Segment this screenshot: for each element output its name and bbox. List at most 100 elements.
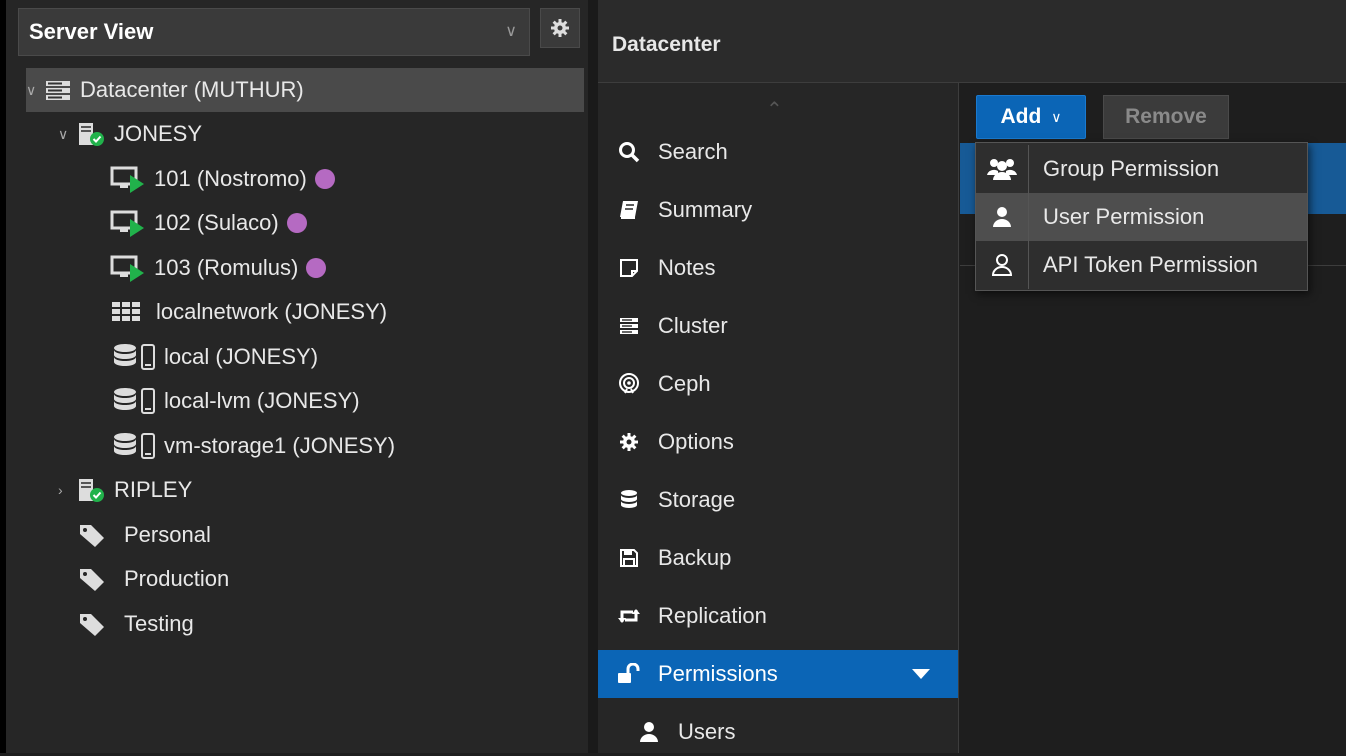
nav-item-storage[interactable]: Storage [598,476,958,524]
tree-item-label: 102 (Sulaco) [154,210,279,235]
chevron-down-icon: ∨ [1051,108,1062,125]
tree-item-label: Personal [124,522,211,547]
panel-edge [0,0,6,753]
storage-icon [112,343,160,371]
vm-running-icon [110,209,146,237]
page-title: Datacenter [612,33,721,56]
nav-item-summary[interactable]: Summary [598,186,958,234]
menu-item-label: User Permission [1043,204,1205,229]
tag-dot [286,213,307,233]
floppy-icon [616,547,642,569]
user-outline-icon [976,253,1028,277]
unlock-icon [616,663,642,685]
tree-item-label: 103 (Romulus) [154,255,299,280]
view-selector-label: Server View [29,19,154,44]
panel-splitter[interactable] [588,0,598,753]
storage-icon [112,387,160,415]
nav-item-label: Backup [658,545,732,570]
nav-item-search[interactable]: Search [598,128,958,176]
caret-down-icon[interactable] [912,669,930,679]
nav-item-label: Storage [658,487,736,512]
menu-item-user-permission[interactable]: User Permission [976,193,1307,241]
add-button-label: Add [1000,105,1042,128]
nav-item-cluster[interactable]: Cluster [598,302,958,350]
nav-item-backup[interactable]: Backup [598,534,958,582]
nav-item-notes[interactable]: Notes [598,244,958,292]
search-icon [616,141,642,163]
tree-item-label: localnetwork (JONESY) [156,299,388,324]
menu-separator [1028,193,1029,241]
tag-icon [78,611,108,637]
tree-item-network[interactable]: localnetwork (JONESY) [110,290,387,334]
scroll-up-icon[interactable]: ⌃ [766,97,783,122]
tree-item-label: Production [124,566,230,591]
nav-item-label: Ceph [658,371,711,396]
tag-dot [314,169,335,189]
tree-settings-button[interactable] [540,8,580,48]
add-dropdown-menu: Group Permission User Permission API Tok… [975,142,1308,291]
nav-item-users[interactable]: Users [618,708,958,756]
add-button[interactable]: Add ∨ [976,95,1086,139]
gear-icon [551,19,569,37]
nav-item-label: Search [658,139,728,164]
tree-item-vm[interactable]: 103 (Romulus) [110,246,327,290]
tree-item-label: local (JONESY) [164,344,319,369]
content-header: Datacenter [598,0,1346,83]
tree-item-tag[interactable]: Personal [78,513,211,557]
tree-item-tag[interactable]: Production [78,557,229,601]
remove-button[interactable]: Remove [1103,95,1229,139]
nav-item-label: Permissions [658,661,778,686]
tree-item-label: JONESY [114,121,203,146]
tree-item-label: RIPLEY [114,477,193,502]
datacenter-icon [44,78,72,102]
tag-icon [78,566,108,592]
nav-item-label: Users [678,719,736,744]
tree-item-storage[interactable]: local (JONESY) [112,335,318,379]
tree-item-storage[interactable]: vm-storage1 (JONESY) [112,424,395,468]
nav-item-label: Summary [658,197,753,222]
expand-open-icon[interactable]: ∨ [58,112,76,156]
retweet-icon [616,606,642,626]
menu-separator [1028,145,1029,193]
tree-item-label: local-lvm (JONESY) [164,388,360,413]
tree-item-vm[interactable]: 101 (Nostromo) [110,157,335,201]
nav-item-ceph[interactable]: Ceph [598,360,958,408]
group-icon [976,157,1028,181]
storage-icon [112,432,160,460]
tree-item-datacenter[interactable]: ∨ Datacenter (MUTHUR) [26,68,584,112]
tree-item-vm[interactable]: 102 (Sulaco) [110,201,307,245]
nav-item-replication[interactable]: Replication [598,592,958,640]
server-icon [616,315,642,337]
nav-item-options[interactable]: Options [598,418,958,466]
tag-icon [78,522,108,548]
network-grid-icon [110,300,142,324]
user-icon [636,721,662,743]
tree-item-node-jonesy[interactable]: ∨ JONESY [58,112,202,156]
vm-running-icon [110,165,146,193]
expand-open-icon[interactable]: ∨ [26,68,44,112]
datacenter-nav-menu: ⌃ Search Summary Notes Cluster Ceph Opti… [598,83,958,753]
nav-item-label: Cluster [658,313,728,338]
expand-closed-icon[interactable]: › [58,468,76,512]
tree-item-node-ripley[interactable]: › RIPLEY [58,468,192,512]
tree-item-label: Testing [124,611,194,636]
menu-item-api-token-permission[interactable]: API Token Permission [976,241,1307,289]
tree-item-tag[interactable]: Testing [78,602,194,646]
user-icon [976,206,1028,228]
nav-item-label: Options [658,429,734,454]
tree-item-label: 101 (Nostromo) [154,166,307,191]
book-icon [616,199,642,221]
nav-item-permissions[interactable]: Permissions [598,650,958,698]
note-icon [616,257,642,279]
database-icon [616,489,642,511]
chevron-down-icon: ∨ [505,23,517,40]
node-online-icon [76,477,106,503]
ceph-icon [616,372,642,396]
tree-item-storage[interactable]: local-lvm (JONESY) [112,379,360,423]
node-online-icon [76,121,106,147]
resource-tree-panel: Server View ∨ ∨ Datacenter (MUTHUR) ∨ JO… [0,0,588,753]
menu-item-label: API Token Permission [1043,252,1258,277]
menu-item-label: Group Permission [1043,156,1220,181]
view-selector[interactable]: Server View ∨ [18,8,530,56]
menu-item-group-permission[interactable]: Group Permission [976,145,1307,193]
